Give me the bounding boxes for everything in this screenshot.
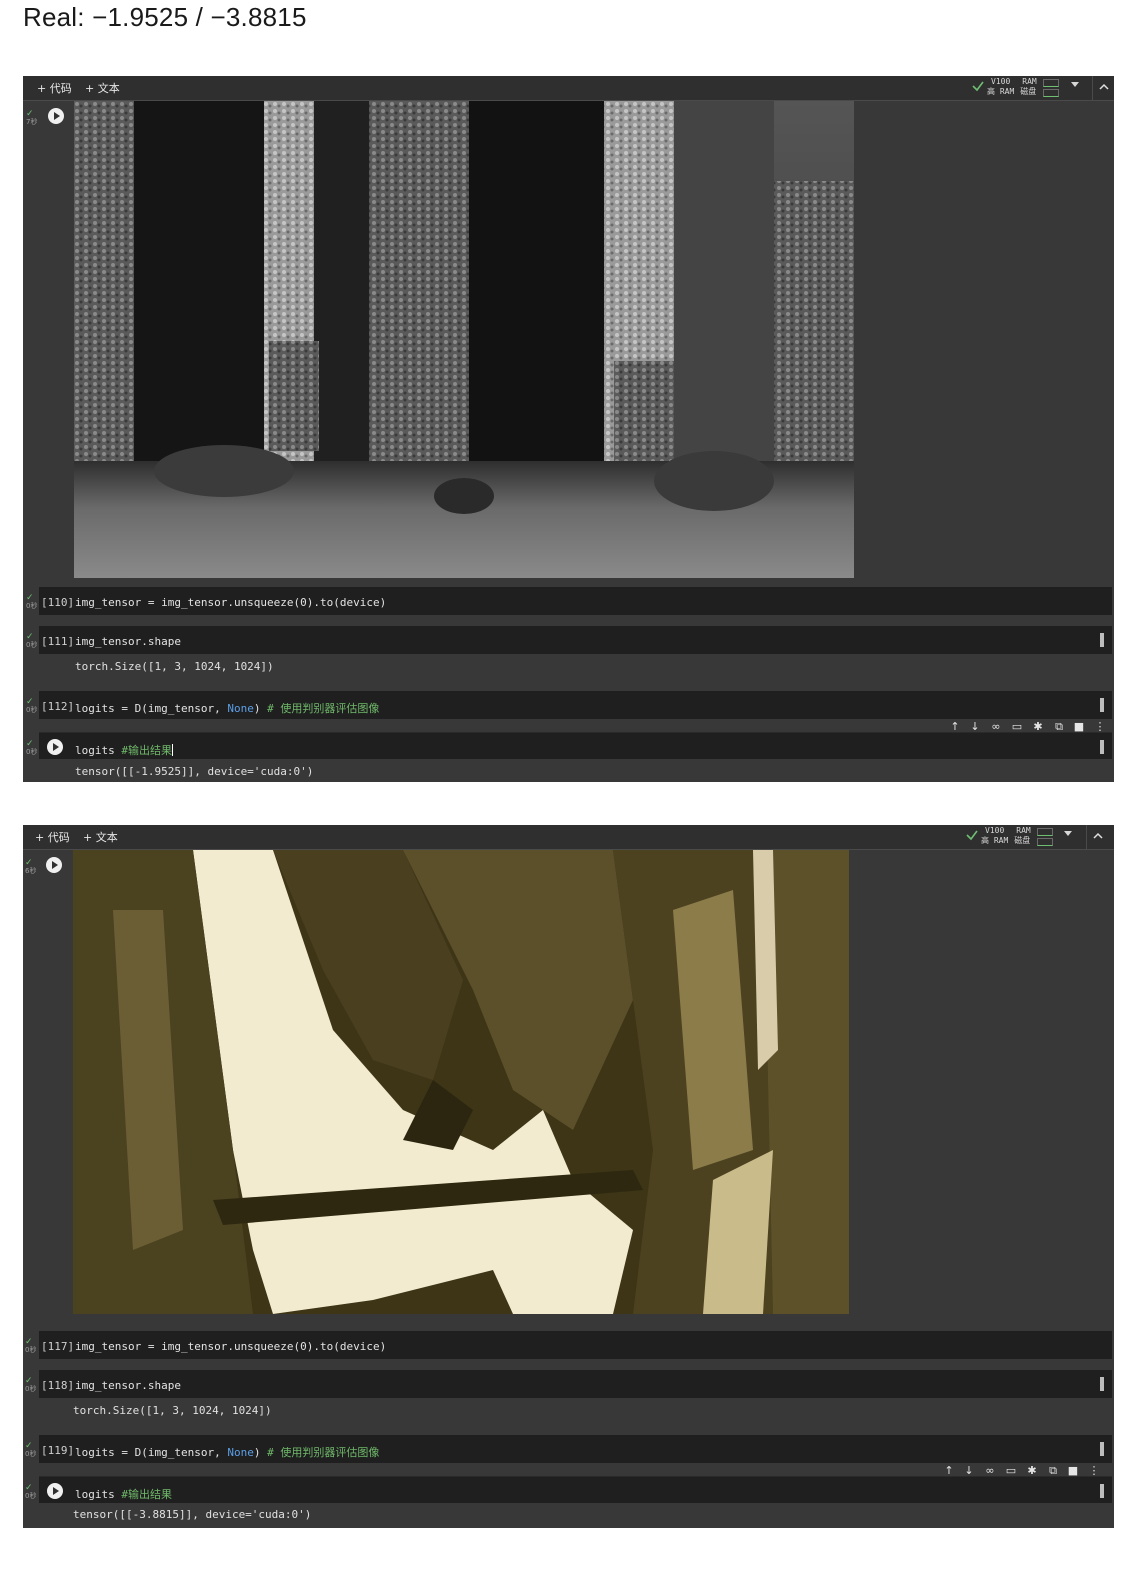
ram-type-label: 高 RAM [987,87,1015,96]
connected-check-icon [972,81,984,92]
collapse-button[interactable] [1086,825,1109,849]
image-output-painting [73,850,849,1314]
success-check-icon: ✓ [26,697,34,707]
cell-scrollbar[interactable] [1100,1484,1104,1498]
code-cell[interactable]: [118] img_tensor.shape [39,1370,1112,1398]
gpu-type-label: V100 [991,77,1011,86]
execution-count: [117] [41,1340,75,1353]
add-code-button[interactable]: + 代码 [37,80,72,96]
resource-bars [1043,79,1059,97]
cell-output: torch.Size([1, 3, 1024, 1024]) [75,660,274,673]
run-cell-button[interactable] [46,857,62,873]
cell-scrollbar[interactable] [1100,1377,1104,1391]
disk-label: 磁盘 [1020,87,1037,96]
execution-count: [110] [41,596,75,609]
gpu-type-label: V100 [985,826,1005,835]
code-cell[interactable]: [112] logits = D(img_tensor, None) # 使用判… [39,691,1112,719]
resource-bars [1037,828,1053,846]
cell-code: img_tensor = img_tensor.unsqueeze(0).to(… [75,1340,387,1353]
add-text-button[interactable]: + 文本 [85,80,120,96]
runtime-resources[interactable]: V100 RAM 高 RAM 磁盘 [965,826,1053,848]
cell-status: ✓ 6秒 [25,858,37,876]
cell-status: ✓ 0秒 [25,1483,37,1501]
cell-status: ✓ 0秒 [25,1376,37,1394]
active-code-cell[interactable]: logits #输出结果 [39,1476,1112,1503]
code-cell[interactable]: [117] img_tensor = img_tensor.unsqueeze(… [39,1331,1112,1359]
ram-label: RAM [1016,826,1031,835]
collapse-button[interactable] [1092,76,1114,100]
notebook-toolbar: + 代码 + 文本 V100 RAM 高 RAM 磁盘 [23,76,1114,101]
notebook-screenshot-1: + 代码 + 文本 V100 RAM 高 RAM 磁盘 ✓ 7秒 [110] i… [23,76,1114,782]
active-code-cell[interactable]: logits #输出结果 [39,732,1112,759]
success-check-icon: ✓ [25,858,33,868]
code-cell[interactable]: [119] logits = D(img_tensor, None) # 使用判… [39,1435,1112,1463]
cell-code: img_tensor.shape [75,1379,181,1392]
cell-output: torch.Size([1, 3, 1024, 1024]) [73,1404,272,1417]
image-output-ruins [74,101,854,578]
cell-status: ✓ 7秒 [26,109,38,127]
cell-code: logits = D(img_tensor, None) # 使用判别器评估图像 [75,1446,380,1459]
cell-code: img_tensor.shape [75,635,181,648]
cell-status: ✓ 0秒 [26,593,38,611]
text-cursor [171,744,173,756]
cell-status: ✓ 0秒 [25,1441,37,1459]
cell-output: tensor([[-3.8815]], device='cuda:0') [73,1508,312,1521]
run-cell-button[interactable] [48,108,64,124]
success-check-icon: ✓ [26,109,34,119]
cell-status: ✓ 0秒 [26,739,38,757]
cell-code[interactable]: logits #输出结果 [75,1486,172,1502]
cell-code: logits = D(img_tensor, None) # 使用判别器评估图像 [75,702,380,715]
notebook-toolbar: + 代码 + 文本 V100 RAM 高 RAM 磁盘 [23,825,1114,850]
runtime-resources[interactable]: V100 RAM 高 RAM 磁盘 [971,77,1059,99]
cell-status: ✓ 0秒 [25,1337,37,1355]
cell-status: ✓ 0秒 [26,697,38,715]
success-check-icon: ✓ [25,1441,33,1451]
execution-count: [111] [41,635,75,648]
code-cell[interactable]: [110] img_tensor = img_tensor.unsqueeze(… [39,587,1112,615]
run-cell-button[interactable] [47,1483,63,1499]
page-heading: Real: −1.9525 / −3.8815 [23,2,307,32]
cell-scrollbar[interactable] [1100,1442,1104,1456]
chevron-up-icon [1099,83,1109,90]
cell-scrollbar[interactable] [1100,633,1104,647]
disk-label: 磁盘 [1014,836,1031,845]
code-cell[interactable]: [111] img_tensor.shape [39,626,1112,654]
chevron-down-icon[interactable] [1071,82,1079,87]
success-check-icon: ✓ [26,593,34,603]
chevron-down-icon[interactable] [1064,831,1072,836]
cell-code: img_tensor = img_tensor.unsqueeze(0).to(… [75,596,387,609]
cell-scrollbar[interactable] [1100,740,1104,754]
success-check-icon: ✓ [25,1337,33,1347]
execution-count: [112] [41,700,75,713]
ram-label: RAM [1022,77,1037,86]
success-check-icon: ✓ [26,739,34,749]
success-check-icon: ✓ [25,1376,33,1386]
add-code-button[interactable]: + 代码 [35,829,70,845]
cell-code[interactable]: logits #输出结果 [75,742,173,758]
success-check-icon: ✓ [26,632,34,642]
chevron-up-icon [1093,832,1103,839]
run-cell-button[interactable] [47,739,63,755]
success-check-icon: ✓ [25,1483,33,1493]
connected-check-icon [966,830,978,841]
notebook-screenshot-2: + 代码 + 文本 V100 RAM 高 RAM 磁盘 ✓ 6秒 [117] i… [23,825,1114,1528]
add-text-button[interactable]: + 文本 [83,829,118,845]
cell-status: ✓ 0秒 [26,632,38,650]
cell-output: tensor([[-1.9525]], device='cuda:0') [75,765,314,778]
cell-scrollbar[interactable] [1100,698,1104,712]
ram-type-label: 高 RAM [981,836,1009,845]
execution-count: [119] [41,1444,75,1457]
execution-count: [118] [41,1379,75,1392]
